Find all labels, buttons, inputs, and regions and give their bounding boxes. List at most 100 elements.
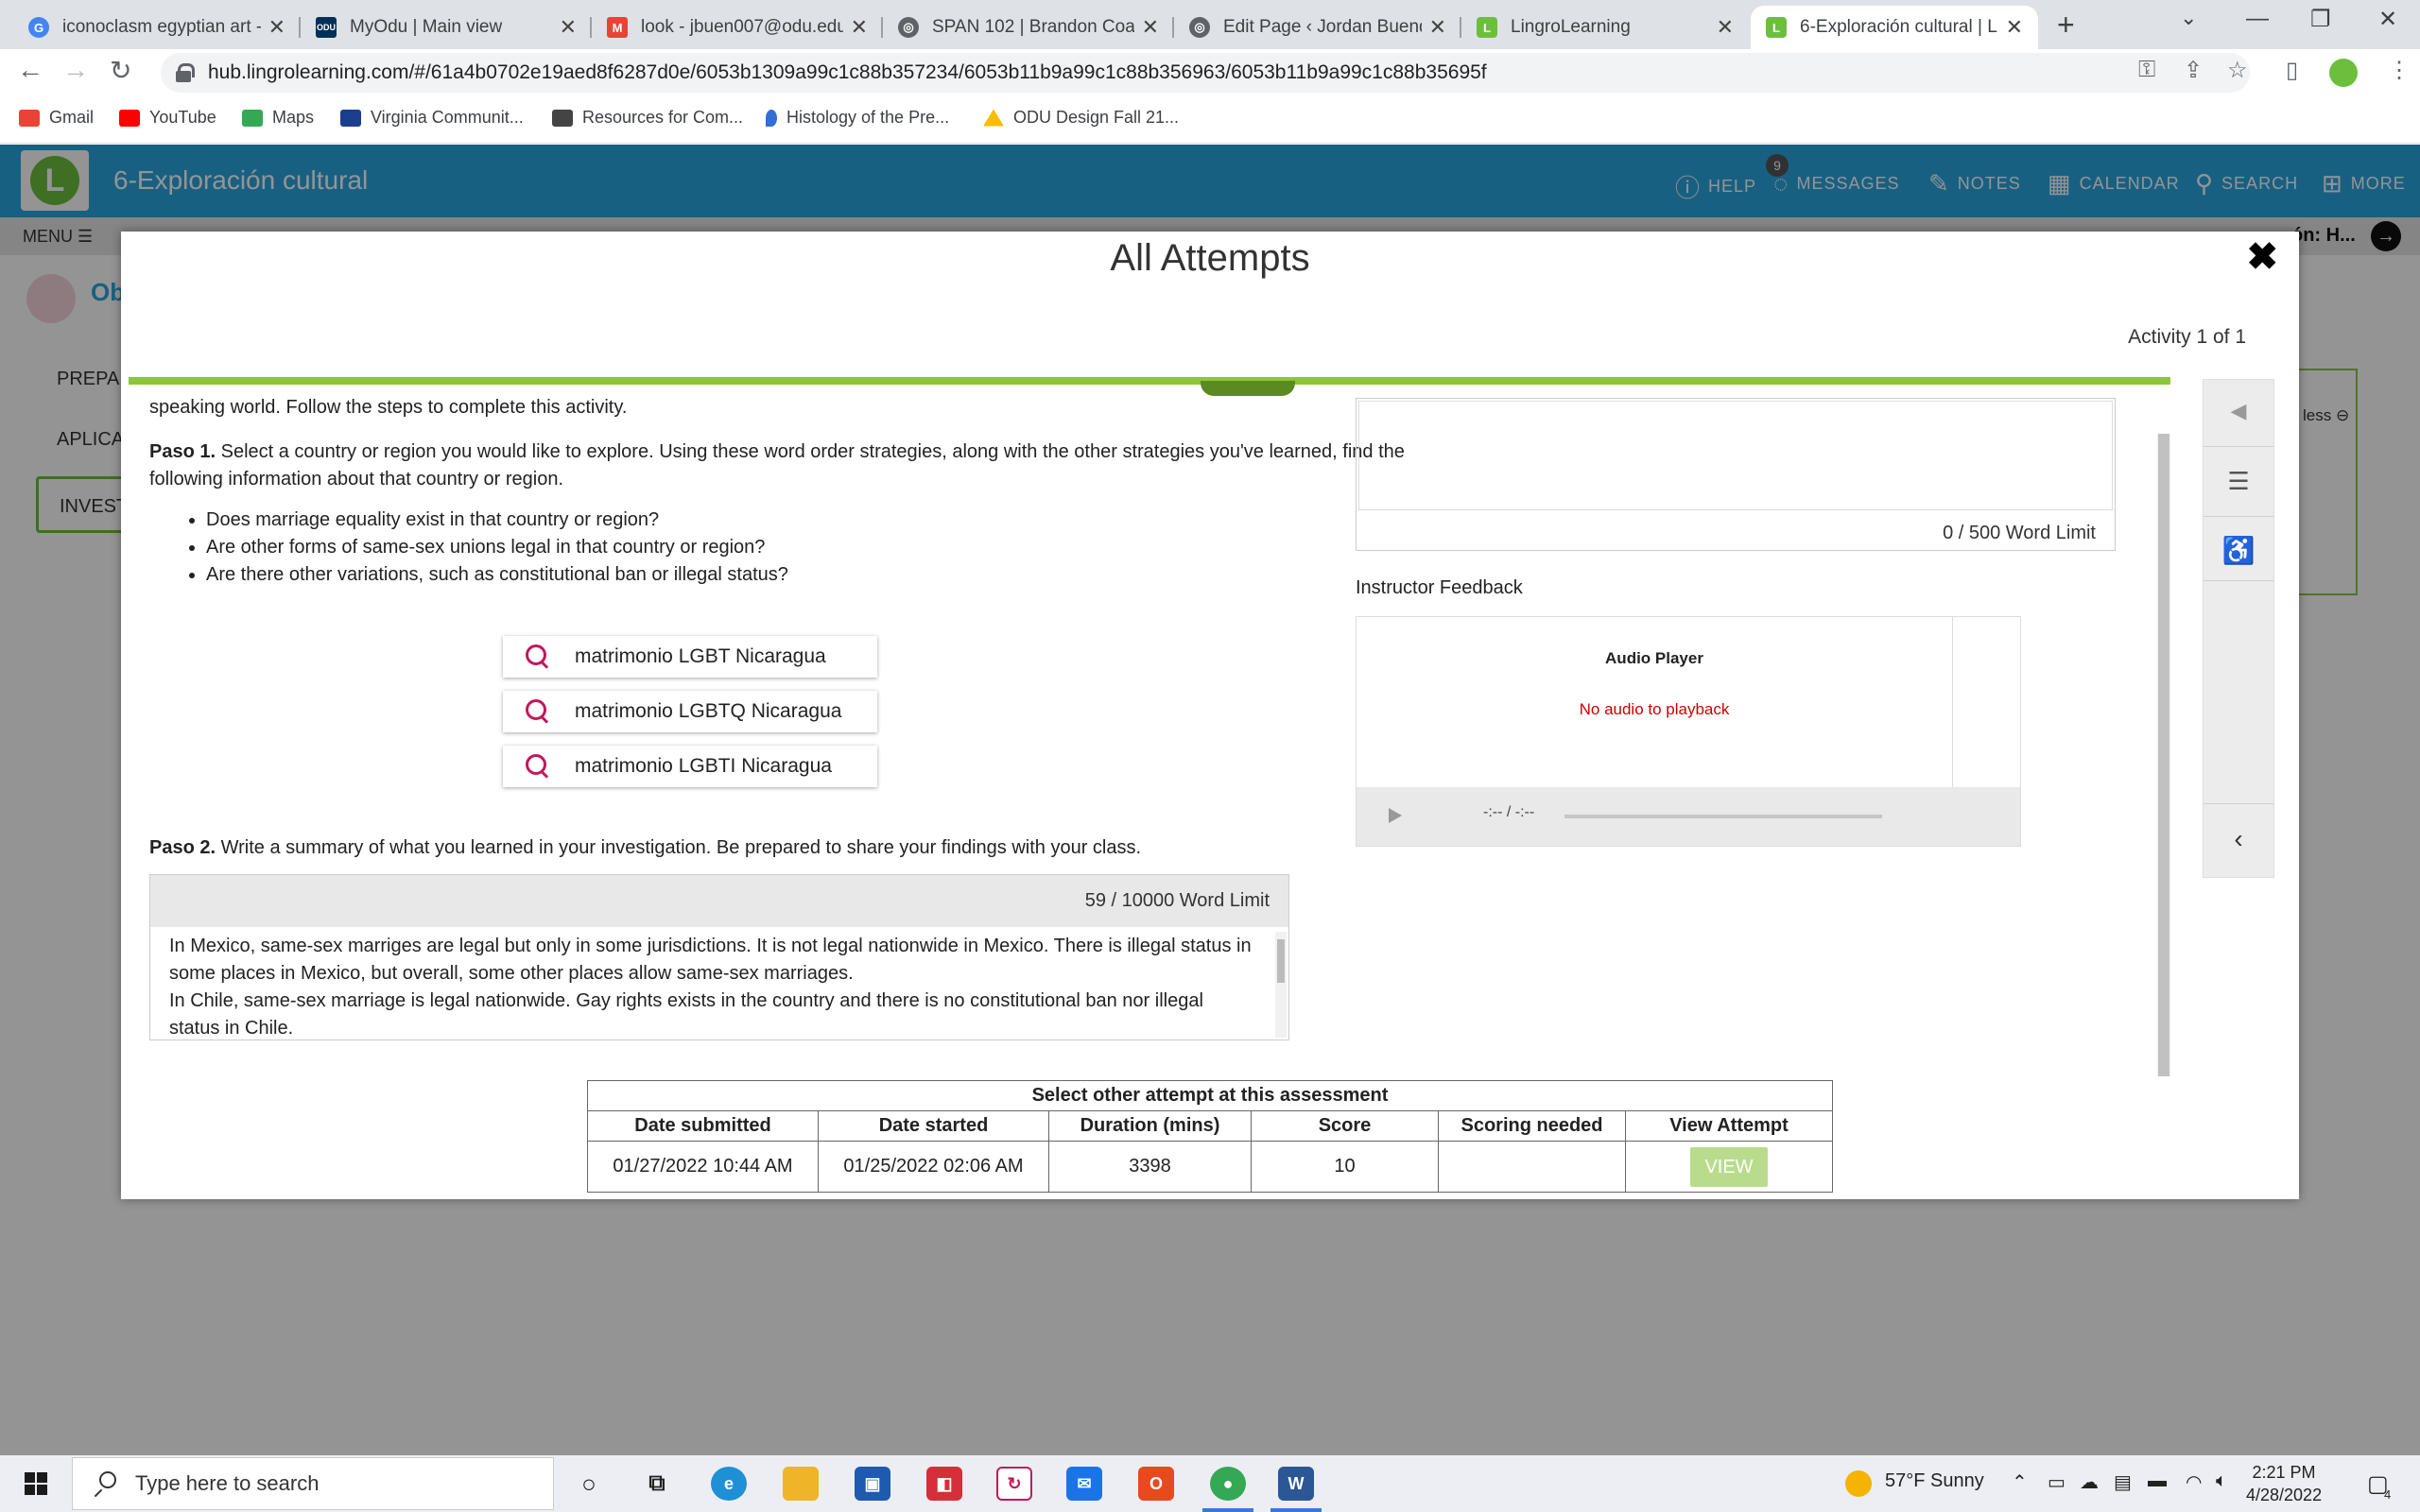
response-textarea[interactable]: [1358, 401, 2113, 510]
chrome-menu-icon[interactable]: ⋮: [2388, 57, 2411, 84]
bookmark-gmail[interactable]: Gmail: [19, 108, 94, 128]
browser-tab[interactable]: ◎ SPAN 102 | Brandon Coakley ✕: [883, 6, 1174, 49]
close-tab-icon[interactable]: ✕: [851, 15, 868, 40]
browser-tab[interactable]: ◎ Edit Page ‹ Jordan Buendia ✕: [1174, 6, 1461, 49]
modal-scrollbar[interactable]: [2157, 434, 2170, 1076]
clock-date: 4/28/2022: [2246, 1486, 2323, 1504]
mail-icon[interactable]: ✉: [1066, 1467, 1102, 1501]
chrome-icon[interactable]: ●: [1202, 1467, 1253, 1512]
cell-score: 10: [1251, 1141, 1439, 1193]
restore-button[interactable]: ❐: [2310, 6, 2331, 33]
back-icon[interactable]: ←: [17, 55, 43, 85]
paso1-paragraph: Paso 1. Select a country or region you w…: [149, 438, 1416, 493]
close-tab-icon[interactable]: ✕: [1429, 15, 1446, 40]
header-date-started: Date started: [818, 1110, 1049, 1142]
search-link-lgbtq[interactable]: matrimonio LGBTQ Nicaragua: [503, 691, 877, 732]
tab-title: LingroLearning: [1511, 17, 1631, 37]
forward-icon[interactable]: →: [62, 55, 89, 85]
reload-icon[interactable]: ↻: [110, 55, 131, 86]
browser-tab[interactable]: ODU MyOdu | Main view ✕: [301, 6, 592, 49]
search-link-lgbti[interactable]: matrimonio LGBTI Nicaragua: [503, 746, 877, 787]
wifi-icon[interactable]: ◠: [2186, 1470, 2202, 1494]
lingro-icon: L: [1766, 17, 1787, 38]
close-tab-icon[interactable]: ✕: [1717, 15, 1734, 40]
list-menu-icon[interactable]: ☰: [2204, 467, 2273, 496]
view-attempt-button[interactable]: VIEW: [1690, 1146, 1768, 1187]
browser-tab[interactable]: L LingroLearning ✕: [1461, 6, 1749, 49]
collapse-left-icon[interactable]: ◀: [2204, 399, 2273, 423]
office-icon[interactable]: O: [1138, 1467, 1174, 1501]
profile-avatar[interactable]: [2329, 59, 2358, 87]
close-tab-icon[interactable]: ✕: [2006, 15, 2023, 40]
bookmark-youtube[interactable]: YouTube: [119, 108, 216, 128]
side-panel-icon[interactable]: ▯: [2286, 57, 2298, 84]
file-explorer-icon[interactable]: [783, 1467, 819, 1501]
audio-time: -:-- / -:--: [1483, 804, 1535, 820]
browser-tab-active[interactable]: L 6-Exploración cultural | Lin ✕: [1751, 6, 2038, 49]
search-link-label: matrimonio LGBTI Nicaragua: [575, 755, 832, 777]
battery-icon[interactable]: ▬: [2148, 1470, 2167, 1492]
tray-app-icon[interactable]: ▤: [2114, 1470, 2132, 1494]
chevron-left-icon[interactable]: ‹: [2204, 824, 2273, 854]
store-icon[interactable]: ▣: [855, 1467, 890, 1501]
table-header-row: Date submitted Date started Duration (mi…: [587, 1110, 1833, 1142]
edge-icon[interactable]: e: [711, 1467, 747, 1501]
show-hidden-icons[interactable]: ⌃: [2012, 1470, 2028, 1494]
windows-start-icon[interactable]: [25, 1472, 47, 1495]
audio-progress-track[interactable]: [1564, 815, 1882, 818]
close-window-button[interactable]: ✕: [2378, 6, 2397, 33]
minimize-button[interactable]: —: [2246, 6, 2269, 32]
summary-textarea[interactable]: In Mexico, same-sex marriges are legal b…: [150, 927, 1275, 1040]
sync-app-icon[interactable]: ↻: [996, 1467, 1032, 1501]
key-icon[interactable]: ⚿: [2138, 57, 2155, 83]
new-tab-button[interactable]: +: [2057, 8, 2075, 43]
close-tab-icon[interactable]: ✕: [560, 15, 577, 40]
word-icon[interactable]: W: [1270, 1467, 1322, 1512]
modal-title: All Attempts: [1110, 237, 1310, 279]
bookmark-resources[interactable]: Resources for Com...: [552, 108, 743, 128]
tab-title: iconoclasm egyptian art - Go: [62, 17, 261, 37]
close-modal-icon[interactable]: ✖: [2246, 235, 2278, 279]
share-icon[interactable]: ⇪: [2184, 57, 2203, 84]
tab-search-icon[interactable]: ⌄: [2180, 6, 2197, 30]
windows-taskbar: Type here to search ○ ⧉ e ▣ ◧ ↻ ✉ O ● W …: [0, 1455, 2420, 1512]
close-tab-icon[interactable]: ✕: [1142, 15, 1159, 40]
browser-tab[interactable]: M look - jbuen007@odu.edu ✕: [592, 6, 883, 49]
onedrive-icon[interactable]: ☁: [2080, 1470, 2099, 1494]
paso2-text: Write a summary of what you learned in y…: [216, 837, 1142, 858]
weather-text[interactable]: 57°F Sunny: [1885, 1470, 1984, 1492]
bookmark-maps[interactable]: Maps: [242, 108, 314, 128]
activity-counter: Activity 1 of 1: [2128, 326, 2246, 348]
paso1-text: Select a country or region you would lik…: [149, 441, 1405, 490]
bookmark-vccs[interactable]: Virginia Communit...: [340, 108, 524, 128]
bookmark-histology[interactable]: Histology of the Pre...: [766, 108, 949, 128]
header-score: Score: [1251, 1110, 1439, 1142]
play-icon[interactable]: [1389, 808, 1402, 823]
tray-app-icon[interactable]: ▭: [2048, 1470, 2066, 1494]
tab-title: look - jbuen007@odu.edu: [641, 17, 843, 37]
table-row: 01/27/2022 10:44 AM 01/25/2022 02:06 AM …: [587, 1141, 1833, 1193]
accessibility-icon[interactable]: ♿: [2204, 535, 2273, 566]
browser-toolbar: ← → ↻ hub.lingrolearning.com/#/61a4b0702…: [0, 49, 2420, 96]
bookmark-star-icon[interactable]: ☆: [2227, 57, 2248, 84]
header-date-submitted: Date submitted: [587, 1110, 819, 1142]
question-list: Does marriage equality exist in that cou…: [206, 507, 1416, 589]
browser-tab[interactable]: G iconoclasm egyptian art - Go ✕: [13, 6, 301, 49]
taskbar-search[interactable]: Type here to search: [72, 1457, 554, 1510]
task-view-icon[interactable]: ⧉: [639, 1467, 675, 1501]
volume-icon[interactable]: 🔈︎: [2216, 1470, 2227, 1492]
bookmark-site-icon: [552, 109, 573, 127]
header-view-attempt: View Attempt: [1625, 1110, 1833, 1142]
app-red-icon[interactable]: ◧: [926, 1467, 962, 1501]
bookmark-label: Histology of the Pre...: [786, 108, 950, 127]
clock-time: 2:21 PM: [2252, 1463, 2316, 1482]
close-tab-icon[interactable]: ✕: [268, 15, 285, 40]
search-link-lgbt[interactable]: matrimonio LGBT Nicaragua: [503, 636, 877, 678]
address-bar[interactable]: hub.lingrolearning.com/#/61a4b0702e19aed…: [161, 53, 2250, 93]
bookmark-odu-design[interactable]: ODU Design Fall 21...: [983, 108, 1179, 128]
system-clock[interactable]: 2:21 PM 4/28/2022: [2246, 1461, 2322, 1506]
bookmark-label: Resources for Com...: [582, 108, 744, 127]
header-duration: Duration (mins): [1048, 1110, 1252, 1142]
summary-scrollbar[interactable]: [1275, 932, 1287, 1038]
cortana-icon[interactable]: ○: [571, 1467, 607, 1501]
